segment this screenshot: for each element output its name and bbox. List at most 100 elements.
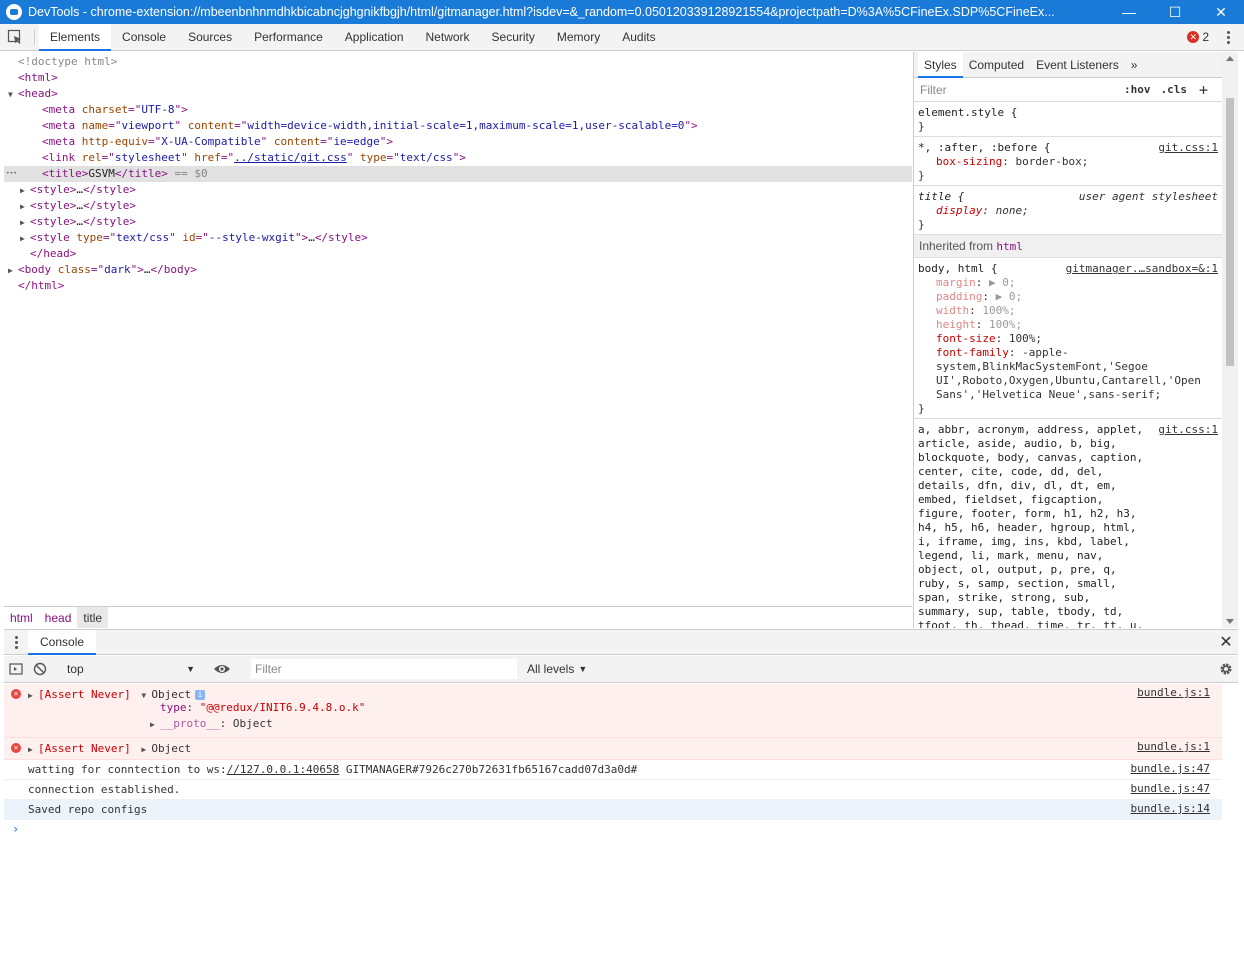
expand-triangle-icon[interactable]: ▶ xyxy=(28,742,38,758)
style-property[interactable]: height: 100%; xyxy=(918,318,1218,332)
dom-node-line[interactable]: <meta charset="UTF-8"> xyxy=(4,102,912,118)
log-levels-dropdown[interactable]: All levels ▼ xyxy=(527,662,587,676)
dom-node-line[interactable]: ▶ <style>…</style> xyxy=(4,214,912,230)
tab-security[interactable]: Security xyxy=(481,24,546,50)
style-property[interactable]: font-family: -apple-system,BlinkMacSyste… xyxy=(918,346,1218,402)
breadcrumb-title[interactable]: title xyxy=(77,607,109,628)
dom-node-line[interactable]: ▶ <style>…</style> xyxy=(4,198,912,214)
node-actions-icon[interactable]: ••• xyxy=(6,166,17,182)
dom-node-line[interactable]: </head> xyxy=(4,246,912,262)
tab-computed[interactable]: Computed xyxy=(963,52,1030,77)
message-source-link[interactable]: bundle.js:1 xyxy=(1137,686,1210,699)
live-expression-button[interactable] xyxy=(210,657,234,681)
collapse-triangle-icon[interactable]: ▼ xyxy=(141,688,151,704)
close-window-button[interactable]: ✕ xyxy=(1198,0,1244,24)
expand-triangle-icon[interactable]: ▶ xyxy=(20,183,30,199)
inspect-element-button[interactable] xyxy=(0,24,30,50)
expand-triangle-icon[interactable]: ▶ xyxy=(20,215,30,231)
console-error-message[interactable]: ✕ ▶ [Assert Never] ▼ Object i type: "@@redu… xyxy=(4,684,1238,738)
message-source-link[interactable]: bundle.js:47 xyxy=(1131,762,1210,775)
dom-node-line[interactable]: </html> xyxy=(4,278,912,294)
console-log-message[interactable]: watting for conntection to ws://127.0.0.… xyxy=(4,760,1238,780)
console-settings-button[interactable] xyxy=(1214,662,1238,676)
tab-console[interactable]: Console xyxy=(111,24,177,50)
style-property[interactable]: margin: ▶ 0; xyxy=(918,276,1218,290)
reset-rule[interactable]: a, abbr, acronym, address, applet, artic… xyxy=(914,419,1222,628)
collapse-triangle-icon[interactable]: ▼ xyxy=(8,87,18,103)
universal-rule[interactable]: *, :after, :before { git.css:1 box-sizin… xyxy=(914,137,1222,186)
message-source-link[interactable]: bundle.js:14 xyxy=(1131,802,1210,815)
class-toggle[interactable]: .cls xyxy=(1161,83,1188,96)
drawer-menu-icon[interactable] xyxy=(4,630,28,654)
tab-event-listeners[interactable]: Event Listeners xyxy=(1030,52,1125,77)
dom-node-line[interactable]: ••• <title>GSVM</title> == $0 xyxy=(4,166,912,182)
dom-node-line[interactable]: ▶ <style>…</style> xyxy=(4,182,912,198)
rule-source-link[interactable]: gitmanager.…sandbox=&:1 xyxy=(1066,262,1218,276)
style-property[interactable]: width: 100%; xyxy=(918,304,1218,318)
inherited-node-link[interactable]: html xyxy=(996,240,1023,253)
expand-triangle-icon[interactable]: ▶ xyxy=(20,199,30,215)
object-label[interactable]: Object xyxy=(151,742,191,755)
body-html-rule[interactable]: body, html { gitmanager.…sandbox=&:1 mar… xyxy=(914,258,1222,419)
expand-triangle-icon[interactable]: ▶ xyxy=(150,717,160,733)
customize-devtools-menu-icon[interactable] xyxy=(1221,30,1236,44)
execution-context-select[interactable]: top ▼ xyxy=(61,659,201,679)
expand-triangle-icon[interactable]: ▶ xyxy=(8,263,18,279)
expand-triangle-icon[interactable]: ▶ xyxy=(20,231,30,247)
element-style-rule[interactable]: element.style { } xyxy=(914,102,1222,137)
scrollbar-thumb[interactable] xyxy=(1226,98,1234,366)
dom-node-line[interactable]: <!doctype html> xyxy=(4,54,912,70)
scroll-down-arrow-icon[interactable] xyxy=(1226,619,1234,624)
dom-node-line[interactable]: ▼ <head> xyxy=(4,86,912,102)
error-count-badge[interactable]: ✕ 2 xyxy=(1187,30,1209,44)
dom-node-line[interactable]: <meta http-equiv="X-UA-Compatible" conte… xyxy=(4,134,912,150)
style-property[interactable]: font-size: 100%; xyxy=(918,332,1218,346)
message-source-link[interactable]: bundle.js:1 xyxy=(1137,740,1210,753)
style-property[interactable]: box-sizing: border-box; xyxy=(918,155,1218,169)
show-sidebar-button[interactable] xyxy=(4,657,28,681)
console-scrollbar[interactable] xyxy=(1222,684,1238,958)
tab-console-drawer[interactable]: Console xyxy=(28,630,97,655)
tab-sources[interactable]: Sources xyxy=(177,24,243,50)
dom-node-line[interactable]: ▶ <style type="text/css" id="--style-wxgi… xyxy=(4,230,912,246)
tab-performance[interactable]: Performance xyxy=(243,24,334,50)
styles-scrollbar[interactable] xyxy=(1222,52,1238,628)
rule-source-link[interactable]: git.css:1 xyxy=(1158,141,1218,155)
console-filter-input[interactable] xyxy=(251,659,517,679)
hover-state-toggle[interactable]: :hov xyxy=(1124,83,1151,96)
close-drawer-button[interactable]: ✕ xyxy=(1214,630,1238,654)
dom-node-line[interactable]: <link rel="stylesheet" href="../static/g… xyxy=(4,150,912,166)
dom-node-line[interactable]: <meta name="viewport" content="width=dev… xyxy=(4,118,912,134)
style-property[interactable]: padding: ▶ 0; xyxy=(918,290,1218,304)
expand-triangle-icon[interactable]: ▶ xyxy=(28,688,38,704)
tab-elements[interactable]: Elements xyxy=(39,24,112,51)
minimize-button[interactable]: — xyxy=(1106,0,1152,24)
tab-network[interactable]: Network xyxy=(415,24,481,50)
maximize-button[interactable]: ☐ xyxy=(1152,0,1198,24)
dom-node-line[interactable]: <html> xyxy=(4,70,912,86)
websocket-link[interactable]: //127.0.0.1:40658 xyxy=(227,763,340,776)
tab-audits[interactable]: Audits xyxy=(611,24,666,50)
tab-application[interactable]: Application xyxy=(334,24,415,50)
tab-memory[interactable]: Memory xyxy=(546,24,611,50)
expand-triangle-icon[interactable]: ▶ xyxy=(141,742,151,758)
message-source-link[interactable]: bundle.js:47 xyxy=(1131,782,1210,795)
dom-node-line[interactable]: ▶ <body class="dark">…</body> xyxy=(4,262,912,278)
console-prompt-icon: › xyxy=(12,822,20,836)
breadcrumb-html[interactable]: html xyxy=(4,607,39,628)
console-error-message[interactable]: ✕ ▶ [Assert Never] ▶ Object bundle.js:1 xyxy=(4,738,1238,760)
scroll-up-arrow-icon[interactable] xyxy=(1226,56,1234,61)
tab-styles[interactable]: Styles xyxy=(918,52,963,78)
console-prompt-row[interactable]: › xyxy=(4,820,1238,840)
console-log-message[interactable]: Saved repo configs bundle.js:14 xyxy=(4,800,1238,820)
rule-source-link[interactable]: git.css:1 xyxy=(1158,423,1218,437)
dom-node-markup: <body class="dark">…</body> xyxy=(18,263,197,276)
style-property[interactable]: display: none; xyxy=(918,204,1218,218)
console-log-message[interactable]: connection established. bundle.js:47 xyxy=(4,780,1238,800)
new-style-rule-button[interactable]: + xyxy=(1199,81,1208,99)
more-tabs-chevron-icon[interactable]: » xyxy=(1125,52,1144,77)
title-ua-rule[interactable]: title { user agent stylesheet display: n… xyxy=(914,186,1222,235)
breadcrumb-head[interactable]: head xyxy=(39,607,78,628)
styles-filter-input[interactable] xyxy=(918,79,1114,100)
clear-console-button[interactable] xyxy=(28,657,52,681)
